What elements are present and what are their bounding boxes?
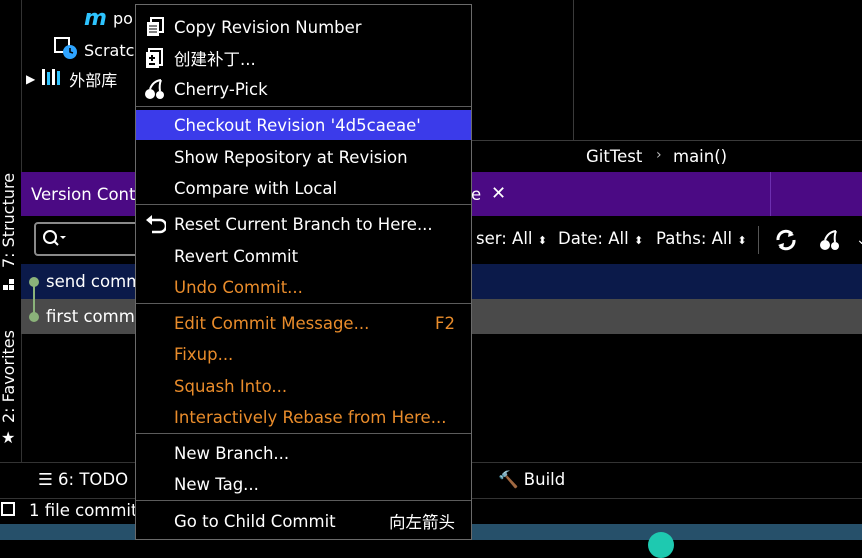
shortcut-label: F2	[435, 313, 455, 333]
m-icon: m	[84, 6, 107, 31]
search-icon[interactable]	[42, 229, 68, 253]
library-icon	[41, 67, 63, 91]
log-tab-label[interactable]: e	[471, 185, 481, 204]
menu-item-edit-commit-message: Edit Commit Message... F2	[174, 313, 455, 333]
chevron-updown-icon: ⬍	[737, 234, 747, 247]
menu-item-copy-revision[interactable]: Copy Revision Number	[136, 12, 471, 42]
build-tool-tab[interactable]: 🔨 Build	[498, 470, 565, 490]
commit-graph	[29, 276, 41, 326]
date-filter[interactable]: Date: All ⬍	[558, 229, 643, 248]
editor-divider	[573, 0, 574, 140]
expand-arrow-icon[interactable]: ▶	[26, 72, 35, 86]
menu-item-checkout-revision[interactable]: Checkout Revision '4d5caeae'	[136, 110, 471, 140]
structure-tool-tab[interactable]: 7: Structure	[0, 173, 18, 268]
context-menu: Copy Revision Number 创建补丁... Cherry-Pick…	[135, 4, 472, 540]
left-tool-strip: 7: Structure 2: Favorites ★	[0, 0, 22, 462]
shortcut-label: 向左箭头	[389, 513, 455, 532]
editor-area[interactable]	[472, 0, 862, 140]
header-divider	[770, 172, 771, 216]
menu-separator	[136, 433, 471, 434]
commit-message: first comm	[46, 307, 135, 326]
toolbar-divider	[758, 226, 759, 254]
paths-filter[interactable]: Paths: All ⬍	[656, 229, 747, 248]
commit-message: send comm	[46, 272, 143, 291]
cherry-pick-icon[interactable]	[818, 228, 842, 256]
menu-item-reset-branch[interactable]: Reset Current Branch to Here...	[136, 209, 471, 239]
status-checkbox-icon[interactable]	[1, 502, 15, 516]
user-filter[interactable]: ser: All ⬍	[476, 229, 547, 248]
chevron-updown-icon: ⬍	[633, 234, 644, 247]
undo-icon	[144, 213, 166, 235]
list-icon: ☰	[38, 470, 53, 489]
copy-icon	[144, 16, 166, 38]
breadcrumb-project[interactable]: GitTest	[586, 147, 642, 166]
favorites-tool-tab[interactable]: 2: Favorites	[0, 330, 18, 423]
menu-item-undo-commit: Undo Commit...	[174, 277, 303, 297]
taskbar-app-icon[interactable]	[648, 532, 674, 558]
breadcrumb-method[interactable]: main()	[673, 147, 727, 166]
version-control-tab[interactable]: Version Cont	[31, 185, 135, 204]
menu-item-fixup: Fixup...	[174, 344, 234, 364]
menu-item-cherry-pick[interactable]: Cherry-Pick	[136, 74, 471, 104]
menu-item-squash-into: Squash Into...	[174, 376, 288, 396]
chevron-updown-icon: ⬍	[537, 234, 547, 247]
menu-separator	[136, 106, 471, 107]
structure-icon	[3, 276, 15, 290]
menu-item-new-tag[interactable]: New Tag...	[136, 469, 471, 499]
tree-item-external-libraries[interactable]: ▶ 外部库	[26, 67, 117, 91]
cherry-icon	[144, 78, 166, 100]
menu-item-go-to-child-commit[interactable]: Go to Child Commit 向左箭头	[136, 506, 471, 536]
menu-item-new-branch[interactable]: New Branch...	[136, 438, 471, 468]
tree-item-scratches[interactable]: Scratch	[54, 36, 145, 64]
menu-separator	[136, 303, 471, 304]
breadcrumb: GitTest › main()	[472, 140, 862, 173]
scratch-icon	[54, 36, 78, 64]
more-icon[interactable]: ⌄	[856, 232, 862, 248]
status-text: 1 file commit	[29, 501, 138, 520]
menu-separator	[136, 500, 471, 501]
patch-icon	[144, 47, 166, 69]
tree-item-1[interactable]: m po	[84, 6, 133, 31]
menu-separator	[136, 204, 471, 205]
menu-item-create-patch[interactable]: 创建补丁...	[136, 43, 471, 73]
todo-tool-tab[interactable]: ☰ 6: TODO	[38, 470, 128, 489]
close-icon[interactable]: ✕	[491, 183, 506, 204]
menu-item-revert-commit[interactable]: Revert Commit	[136, 241, 471, 271]
menu-item-show-repository[interactable]: Show Repository at Revision	[136, 142, 471, 172]
menu-item-compare-with-local[interactable]: Compare with Local	[136, 173, 471, 203]
menu-item-interactive-rebase: Interactively Rebase from Here...	[174, 407, 447, 427]
refresh-icon[interactable]	[774, 228, 798, 256]
hammer-icon: 🔨	[498, 470, 519, 489]
breadcrumb-separator: ›	[656, 147, 662, 163]
star-icon: ★	[1, 428, 16, 447]
